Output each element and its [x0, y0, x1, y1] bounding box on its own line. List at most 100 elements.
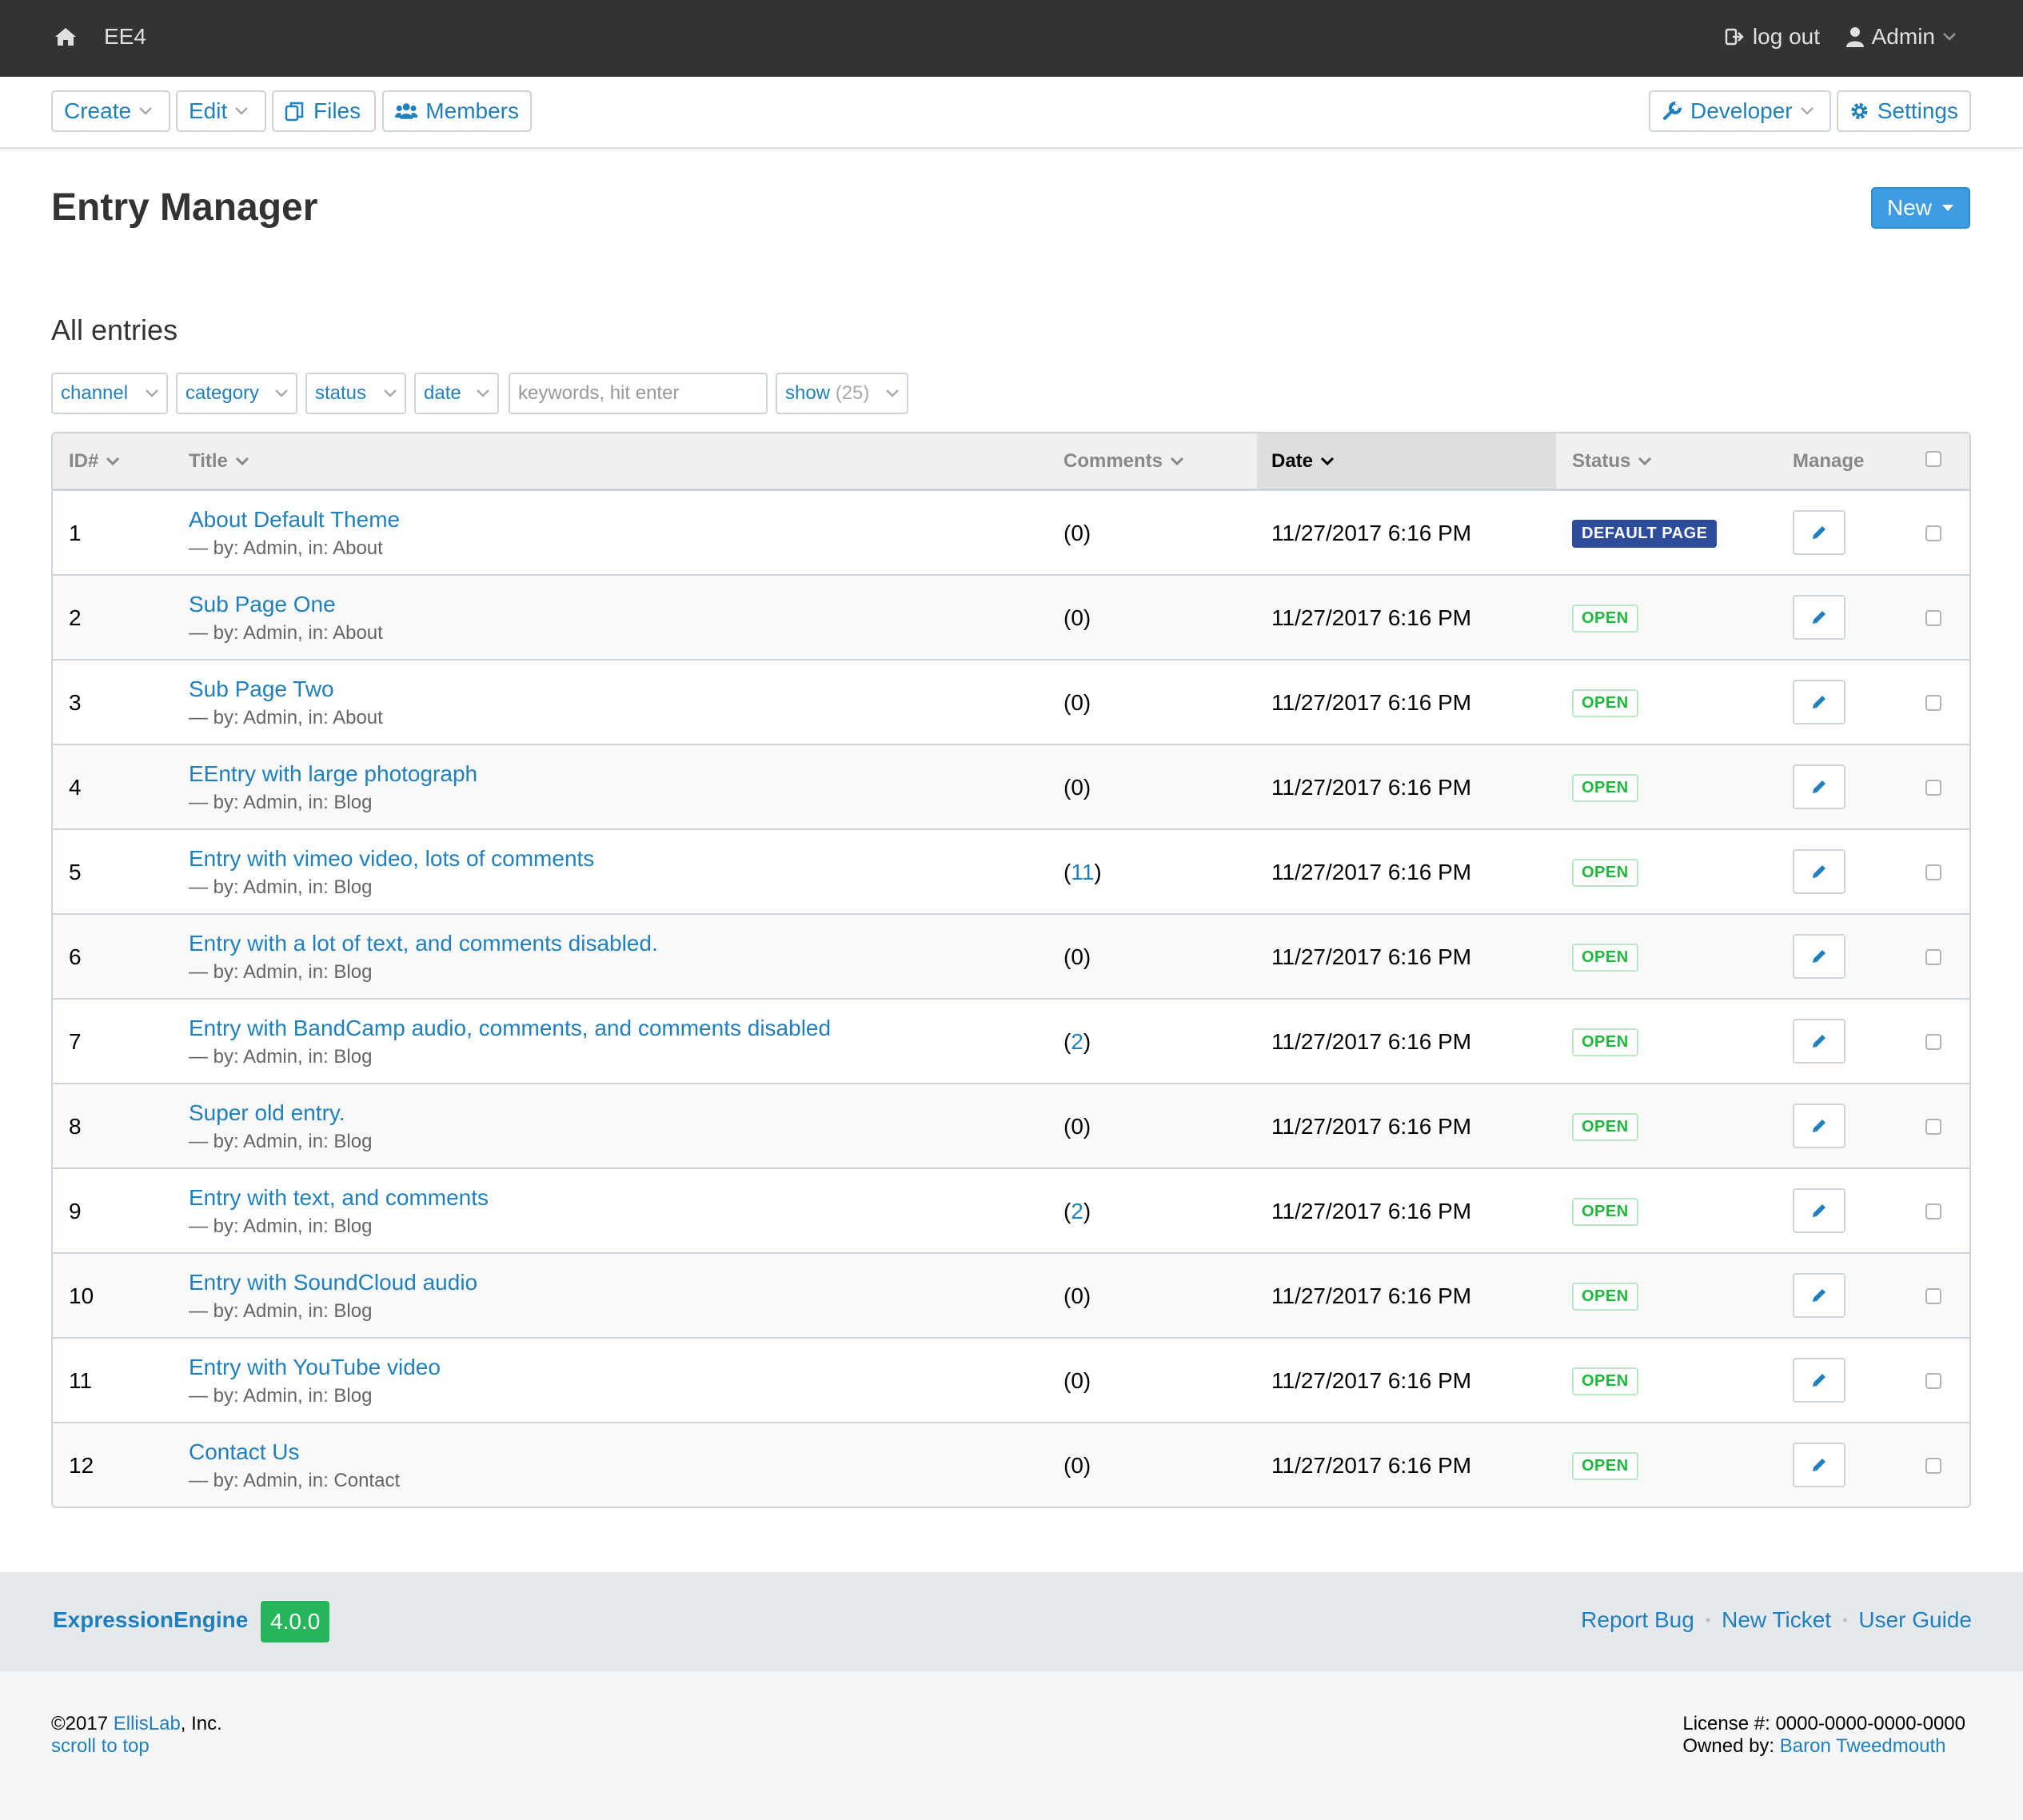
- sort-title-header[interactable]: Title: [189, 433, 249, 489]
- entry-date: 11/27/2017 6:16 PM: [1271, 1199, 1472, 1223]
- entry-title-link[interactable]: Entry with text, and comments: [189, 1185, 489, 1211]
- sort-date-header[interactable]: Date: [1257, 433, 1556, 489]
- status-filter[interactable]: status: [305, 373, 406, 414]
- pencil-icon: [1813, 1035, 1825, 1048]
- edit-entry-button[interactable]: [1793, 1358, 1845, 1403]
- entry-title-cell: Super old entry. — by: Admin, in: Blog: [189, 1100, 372, 1153]
- chevron-down-icon: [275, 389, 288, 397]
- entry-title-link[interactable]: Entry with SoundCloud audio: [189, 1270, 477, 1295]
- entry-title-link[interactable]: Sub Page Two: [189, 677, 383, 702]
- company-link[interactable]: EllisLab: [114, 1713, 181, 1734]
- entry-title-link[interactable]: Entry with vimeo video, lots of comments: [189, 846, 594, 872]
- edit-entry-button[interactable]: [1793, 1273, 1845, 1318]
- members-button[interactable]: Members: [382, 90, 532, 132]
- entry-title-link[interactable]: EEntry with large photograph: [189, 761, 477, 787]
- entry-title-link[interactable]: Entry with YouTube video: [189, 1355, 441, 1380]
- entry-meta: — by: Admin, in: Blog: [189, 1131, 373, 1152]
- brand-link[interactable]: ExpressionEngine: [53, 1607, 248, 1633]
- entry-comments: (2): [1063, 1029, 1091, 1055]
- sort-id-header[interactable]: ID#: [69, 433, 120, 489]
- channel-filter[interactable]: channel: [51, 373, 168, 414]
- entry-title-link[interactable]: Contact Us: [189, 1439, 400, 1465]
- row-checkbox[interactable]: [1925, 1288, 1941, 1304]
- row-checkbox[interactable]: [1925, 695, 1941, 711]
- version-badge: 4.0.0: [261, 1601, 330, 1642]
- members-icon: [395, 103, 418, 119]
- entry-comments: (0): [1063, 1368, 1091, 1393]
- row-checkbox[interactable]: [1925, 949, 1941, 965]
- new-entry-button[interactable]: New: [1871, 187, 1970, 229]
- status-badge: OPEN: [1572, 688, 1638, 717]
- chevron-down-icon: [477, 389, 489, 397]
- developer-label: Developer: [1690, 98, 1793, 123]
- bottom-bar: ©2017 EllisLab, Inc. scroll to top Licen…: [0, 1671, 2023, 1820]
- edit-entry-button[interactable]: [1793, 680, 1845, 724]
- license-number: License #: 0000-0000-0000-0000: [1682, 1713, 1965, 1734]
- logout-link[interactable]: log out: [1724, 24, 1820, 50]
- entry-meta: — by: Admin, in: About: [189, 537, 383, 559]
- show-count-filter[interactable]: show (25): [776, 373, 908, 414]
- comments-count-link[interactable]: 2: [1071, 1199, 1083, 1224]
- edit-entry-button[interactable]: [1793, 764, 1845, 809]
- scroll-to-top-link[interactable]: scroll to top: [51, 1735, 150, 1757]
- entry-meta: — by: Admin, in: Blog: [189, 1046, 373, 1068]
- category-filter[interactable]: category: [176, 373, 297, 414]
- pencil-icon: [1813, 865, 1825, 878]
- row-checkbox[interactable]: [1925, 1119, 1941, 1135]
- entry-date: 11/27/2017 6:16 PM: [1271, 1368, 1472, 1393]
- settings-button[interactable]: Settings: [1837, 90, 1971, 132]
- row-checkbox[interactable]: [1925, 1458, 1941, 1474]
- entry-title-link[interactable]: Sub Page One: [189, 592, 383, 617]
- date-filter[interactable]: date: [414, 373, 499, 414]
- show-label: show: [785, 382, 831, 404]
- edit-entry-button[interactable]: [1793, 934, 1845, 979]
- edit-entry-button[interactable]: [1793, 1019, 1845, 1064]
- user-label: Admin: [1871, 24, 1935, 49]
- entry-title-link[interactable]: Entry with BandCamp audio, comments, and…: [189, 1016, 831, 1041]
- edit-entry-button[interactable]: [1793, 1104, 1845, 1148]
- entry-title-link[interactable]: Super old entry.: [189, 1100, 372, 1126]
- edit-menu-button[interactable]: Edit: [176, 90, 266, 132]
- report-bug-link[interactable]: Report Bug: [1581, 1607, 1694, 1633]
- row-checkbox[interactable]: [1925, 1373, 1941, 1389]
- row-checkbox[interactable]: [1925, 610, 1941, 626]
- edit-entry-button[interactable]: [1793, 510, 1845, 555]
- sort-comments-header[interactable]: Comments: [1063, 433, 1184, 489]
- entry-status: OPEN: [1572, 1169, 1638, 1254]
- create-menu-button[interactable]: Create: [51, 90, 170, 132]
- user-guide-link[interactable]: User Guide: [1858, 1607, 1972, 1633]
- owner-link[interactable]: Baron Tweedmouth: [1780, 1735, 1946, 1757]
- sort-status-header[interactable]: Status: [1572, 433, 1652, 489]
- entry-date: 11/27/2017 6:16 PM: [1271, 690, 1472, 715]
- developer-menu-button[interactable]: Developer: [1649, 90, 1831, 132]
- row-checkbox[interactable]: [1925, 1034, 1941, 1050]
- edit-entry-button[interactable]: [1793, 595, 1845, 640]
- footer-links: Report Bug • New Ticket • User Guide: [1581, 1607, 1972, 1633]
- select-all-checkbox[interactable]: [1925, 451, 1941, 467]
- row-checkbox[interactable]: [1925, 780, 1941, 796]
- entry-date: 11/27/2017 6:16 PM: [1271, 1114, 1472, 1139]
- user-menu[interactable]: Admin: [1845, 24, 1956, 50]
- entry-title-link[interactable]: Entry with a lot of text, and comments d…: [189, 931, 658, 956]
- entry-meta: — by: Admin, in: About: [189, 622, 383, 644]
- row-checkbox[interactable]: [1925, 525, 1941, 541]
- entry-title-link[interactable]: About Default Theme: [189, 507, 400, 533]
- edit-entry-button[interactable]: [1793, 1443, 1845, 1487]
- show-filter-label: show (25): [785, 382, 869, 405]
- keyword-search-input[interactable]: [509, 373, 768, 414]
- row-checkbox[interactable]: [1925, 1203, 1941, 1219]
- entry-comments: (0): [1063, 521, 1091, 545]
- pencil-icon: [1813, 696, 1825, 708]
- edit-label: Edit: [189, 98, 228, 123]
- table-row: 5 Entry with vimeo video, lots of commen…: [53, 830, 1969, 915]
- home-icon[interactable]: [53, 24, 78, 50]
- edit-entry-button[interactable]: [1793, 849, 1845, 894]
- comments-count-link[interactable]: 2: [1071, 1029, 1083, 1055]
- entry-id: 2: [69, 605, 82, 630]
- row-checkbox[interactable]: [1925, 864, 1941, 880]
- new-ticket-link[interactable]: New Ticket: [1722, 1607, 1831, 1633]
- files-button[interactable]: Files: [272, 90, 376, 132]
- comments-count-link[interactable]: 11: [1071, 860, 1094, 885]
- edit-entry-button[interactable]: [1793, 1188, 1845, 1233]
- site-name-link[interactable]: EE4: [104, 24, 146, 50]
